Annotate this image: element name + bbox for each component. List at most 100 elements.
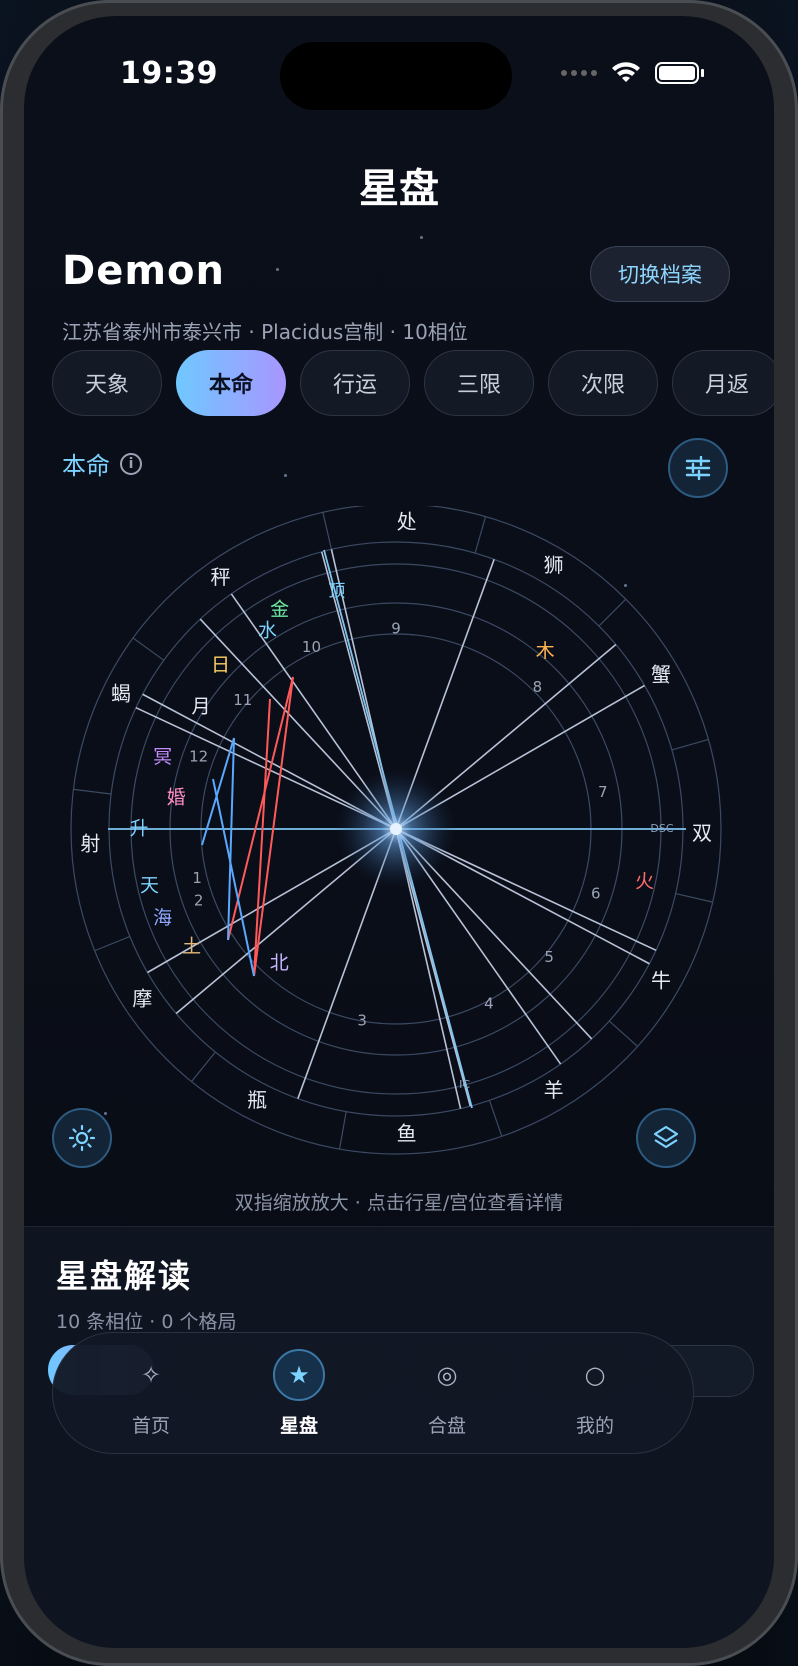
tab-progressed[interactable]: 次限 <box>548 350 658 416</box>
house-number[interactable]: 11 <box>233 691 252 709</box>
star-icon: ★ <box>273 1348 325 1401</box>
planet-label[interactable]: 海 <box>153 907 172 929</box>
sliders-icon <box>685 456 711 480</box>
house-number[interactable]: 5 <box>544 948 554 966</box>
sign-label[interactable]: 狮 <box>544 553 564 577</box>
tabbar-item-home[interactable]: ✧ 首页 <box>91 1349 211 1438</box>
tabbar-label: 星盘 <box>279 1414 318 1437</box>
sign-label[interactable]: 射 <box>80 832 100 856</box>
house-number[interactable]: 2 <box>194 891 204 909</box>
page-title: 星盘 <box>359 166 439 212</box>
dynamic-island <box>280 42 512 110</box>
reading-subtitle: 10 条相位 · 0 个格局 <box>56 1311 237 1333</box>
planet-label[interactable]: 水 <box>258 620 277 642</box>
profile-meta: 江苏省泰州市泰兴市 · Placidus宫制 · 10相位 <box>62 320 468 344</box>
house-number[interactable]: 8 <box>533 678 543 696</box>
sign-label[interactable]: 羊 <box>544 1078 564 1102</box>
planet-label[interactable]: 木 <box>536 640 555 662</box>
tabbar-label: 我的 <box>575 1414 614 1437</box>
status-time: 19:39 <box>120 56 218 91</box>
info-icon[interactable]: i <box>120 452 142 475</box>
layers-button[interactable] <box>636 1108 696 1168</box>
sign-label[interactable]: 双 <box>692 821 712 845</box>
tab-tertiary[interactable]: 三限 <box>424 350 534 416</box>
sign-divider <box>132 637 165 661</box>
planet-label[interactable]: 金 <box>270 599 289 621</box>
sign-label[interactable]: 秤 <box>210 565 230 589</box>
sign-label[interactable]: 蟹 <box>651 663 671 687</box>
sign-divider <box>671 738 709 751</box>
house-number[interactable]: 6 <box>591 884 601 902</box>
sign-label[interactable]: 鱼 <box>397 1121 417 1145</box>
star-dot <box>284 474 287 477</box>
house-number[interactable]: 10 <box>302 638 321 656</box>
angle-label: DSC <box>650 822 673 835</box>
planet-label[interactable]: 北 <box>270 952 289 974</box>
aspect-line <box>212 778 255 977</box>
house-number[interactable]: 4 <box>484 994 494 1012</box>
sign-label[interactable]: 处 <box>397 510 417 534</box>
tabbar-label: 首页 <box>131 1414 170 1437</box>
section-label-text: 本命 <box>62 452 110 480</box>
sign-divider <box>608 1020 638 1047</box>
chart-wheel-svg[interactable]: 处狮蟹双牛羊鱼瓶摩射蝎秤 123456789101112 金水日月冥婚升天海土北… <box>24 503 774 1186</box>
tab-transit[interactable]: 行运 <box>300 350 410 416</box>
status-icons <box>561 62 704 84</box>
angle-label: 顶 <box>328 581 345 601</box>
tab-lunar-return[interactable]: 月返 <box>672 350 774 416</box>
wifi-icon <box>612 62 640 82</box>
planet-label[interactable]: 火 <box>635 870 654 892</box>
tab-sky[interactable]: 天象 <box>52 350 162 416</box>
planet-label[interactable]: 婚 <box>167 787 186 809</box>
sign-label[interactable]: 蝎 <box>111 681 131 705</box>
sign-divider <box>191 1051 216 1082</box>
sparkle-icon: ✧ <box>140 1360 162 1389</box>
theme-toggle-button[interactable] <box>52 1108 112 1168</box>
sign-label[interactable]: 瓶 <box>247 1088 267 1112</box>
chart-settings-button[interactable] <box>668 438 728 498</box>
tabbar-label: 合盘 <box>427 1414 466 1437</box>
sign-divider <box>322 512 333 550</box>
sign-divider <box>94 935 131 952</box>
tabbar-item-me[interactable]: ○ 我的 <box>535 1349 655 1438</box>
cellular-signal-icon <box>561 70 597 76</box>
circle-icon: ○ <box>584 1360 606 1389</box>
star-dot <box>420 236 423 239</box>
natal-chart-wheel[interactable]: 处狮蟹双牛羊鱼瓶摩射蝎秤 1 2 3 4 5 6 7 8 9 10 11 12 金水日月冥婚升天海土北… <box>24 503 774 1186</box>
house-number[interactable]: 7 <box>598 783 608 801</box>
sign-divider <box>73 788 112 795</box>
section-label: 本命 i <box>62 446 142 481</box>
battery-icon <box>655 62 704 84</box>
house-number[interactable]: 12 <box>189 748 208 766</box>
tabbar-item-chart[interactable]: ★ 星盘 <box>239 1348 359 1438</box>
profile-name: Demon <box>62 248 225 294</box>
tabbar-item-synastry[interactable]: ◎ 合盘 <box>387 1349 507 1438</box>
sign-label[interactable]: 牛 <box>651 969 671 993</box>
layers-icon <box>653 1125 679 1149</box>
tab-natal[interactable]: 本命 <box>176 350 286 416</box>
reading-title: 星盘解读 <box>56 1257 193 1295</box>
sign-divider <box>488 1100 503 1137</box>
sign-divider <box>675 892 713 903</box>
planet-label[interactable]: 日 <box>211 654 230 676</box>
planet-label[interactable]: 升 <box>129 818 148 840</box>
star-dot <box>276 268 279 271</box>
aspect-line <box>253 698 271 977</box>
switch-profile-button[interactable]: 切换档案 <box>590 246 730 302</box>
aspect-line <box>227 737 235 941</box>
sign-divider <box>338 1111 347 1150</box>
chart-hint: 双指缩放放大 · 点击行星/宫位查看详情 <box>234 1192 564 1214</box>
house-number[interactable]: 1 <box>192 869 202 887</box>
house-number[interactable]: 3 <box>357 1012 367 1030</box>
double-circle-icon: ◎ <box>436 1360 458 1389</box>
planet-label[interactable]: 天 <box>140 874 159 896</box>
sign-divider <box>474 516 487 554</box>
house-number[interactable]: 9 <box>391 620 401 638</box>
planet-label[interactable]: 月 <box>191 696 210 718</box>
planet-label[interactable]: 冥 <box>153 746 172 768</box>
sign-label[interactable]: 摩 <box>132 987 152 1011</box>
chart-type-tabs: 天象 本命 行运 三限 次限 月返 <box>52 350 774 416</box>
app-screen: 19:39 星盘 Demon 切换档案 江苏省泰州市泰兴市 · Placidus… <box>24 16 774 1648</box>
sun-icon <box>68 1124 96 1152</box>
planet-label[interactable]: 土 <box>182 936 201 958</box>
